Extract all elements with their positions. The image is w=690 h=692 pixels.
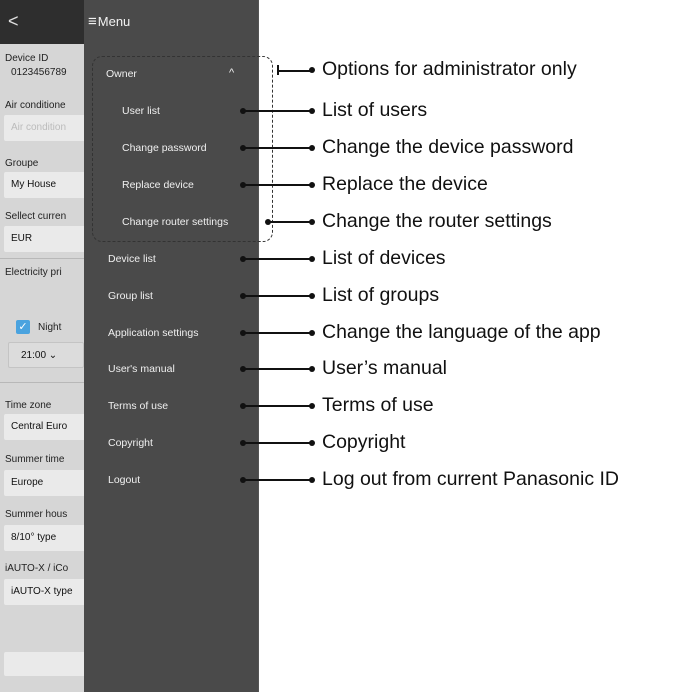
callout-line: [268, 221, 312, 223]
group-label: Groupe: [5, 158, 39, 169]
device-id-label: Device ID: [5, 53, 49, 64]
summer-time-label: Summer time: [5, 454, 65, 465]
callout-dot: [309, 403, 315, 409]
callout-replace-device: Replace the device: [322, 173, 488, 195]
callout-dot: [309, 182, 315, 188]
currency-field[interactable]: EUR: [4, 226, 94, 252]
callout-line: [243, 332, 312, 334]
callout-line: [243, 405, 312, 407]
callout-logout: Log out from current Panasonic ID: [322, 468, 619, 490]
callout-change-password: Change the device password: [322, 136, 574, 158]
callout-copyright: Copyright: [322, 431, 406, 453]
divider: [0, 382, 84, 383]
menu-header[interactable]: ≡Menu: [88, 13, 130, 30]
menu-title: Menu: [97, 14, 131, 29]
air-conditioner-label: Air conditione: [5, 100, 66, 111]
group-field[interactable]: My House: [4, 172, 94, 198]
callout-line: [277, 70, 312, 72]
summer-house-field[interactable]: 8/10° type: [4, 525, 94, 551]
time-zone-label: Time zone: [5, 400, 52, 411]
callout-dot: [309, 145, 315, 151]
owner-options-bracket: [92, 56, 273, 242]
callout-users-manual: User’s manual: [322, 357, 447, 379]
menu-item-users-manual[interactable]: User's manual: [108, 363, 175, 375]
callout-dot: [309, 366, 315, 372]
divider: [0, 258, 84, 259]
device-id-value: 0123456789: [11, 67, 67, 78]
electricity-price-label: Electricity pri: [5, 267, 62, 278]
iauto-label: iAUTO-X / iCo: [5, 563, 69, 574]
summer-house-label: Summer hous: [5, 509, 68, 520]
callout-line: [243, 184, 312, 186]
menu-item-terms-of-use[interactable]: Terms of use: [108, 400, 168, 412]
callout-dot: [309, 256, 315, 262]
callout-line: [243, 258, 312, 260]
callout-dot: [309, 477, 315, 483]
menu-item-group-list[interactable]: Group list: [108, 290, 153, 302]
menu-item-logout[interactable]: Logout: [108, 474, 140, 486]
callout-application-settings: Change the language of the app: [322, 321, 601, 343]
callout-line: [243, 295, 312, 297]
callout-dot: [309, 440, 315, 446]
callout-group-list: List of groups: [322, 284, 440, 306]
callout-line: [243, 110, 312, 112]
menu-item-device-list[interactable]: Device list: [108, 253, 156, 265]
settings-background: Device ID 0123456789 Air conditione Air …: [0, 44, 94, 692]
menu-item-copyright[interactable]: Copyright: [108, 437, 153, 449]
callout-dot: [309, 293, 315, 299]
night-checkbox[interactable]: ✓: [16, 320, 30, 334]
menu-item-application-settings[interactable]: Application settings: [108, 327, 198, 339]
summer-time-field[interactable]: Europe: [4, 470, 94, 496]
callout-device-list: List of devices: [322, 247, 446, 269]
callout-line: [243, 147, 312, 149]
callout-router-settings: Change the router settings: [322, 210, 552, 232]
night-time-select[interactable]: 21:00 ⌄: [8, 342, 84, 368]
callout-dot: [309, 108, 315, 114]
callout-dot: [309, 330, 315, 336]
callout-dot: [309, 219, 315, 225]
air-conditioner-field[interactable]: Air condition: [4, 115, 94, 141]
bottom-button[interactable]: [4, 652, 94, 676]
callout-line: [243, 442, 312, 444]
time-zone-field[interactable]: Central Euro: [4, 414, 94, 440]
iauto-field[interactable]: iAUTO-X type: [4, 579, 94, 605]
currency-label: Sellect curren: [5, 211, 67, 222]
back-icon[interactable]: <: [8, 11, 19, 32]
callout-terms-of-use: Terms of use: [322, 394, 434, 416]
callout-dot: [309, 67, 315, 73]
callout-admin-options: Options for administrator only: [322, 58, 577, 80]
callout-line: [243, 368, 312, 370]
hamburger-icon[interactable]: ≡: [88, 13, 97, 30]
night-label: Night: [38, 322, 62, 333]
callout-user-list: List of users: [322, 99, 428, 121]
callout-line: [243, 479, 312, 481]
